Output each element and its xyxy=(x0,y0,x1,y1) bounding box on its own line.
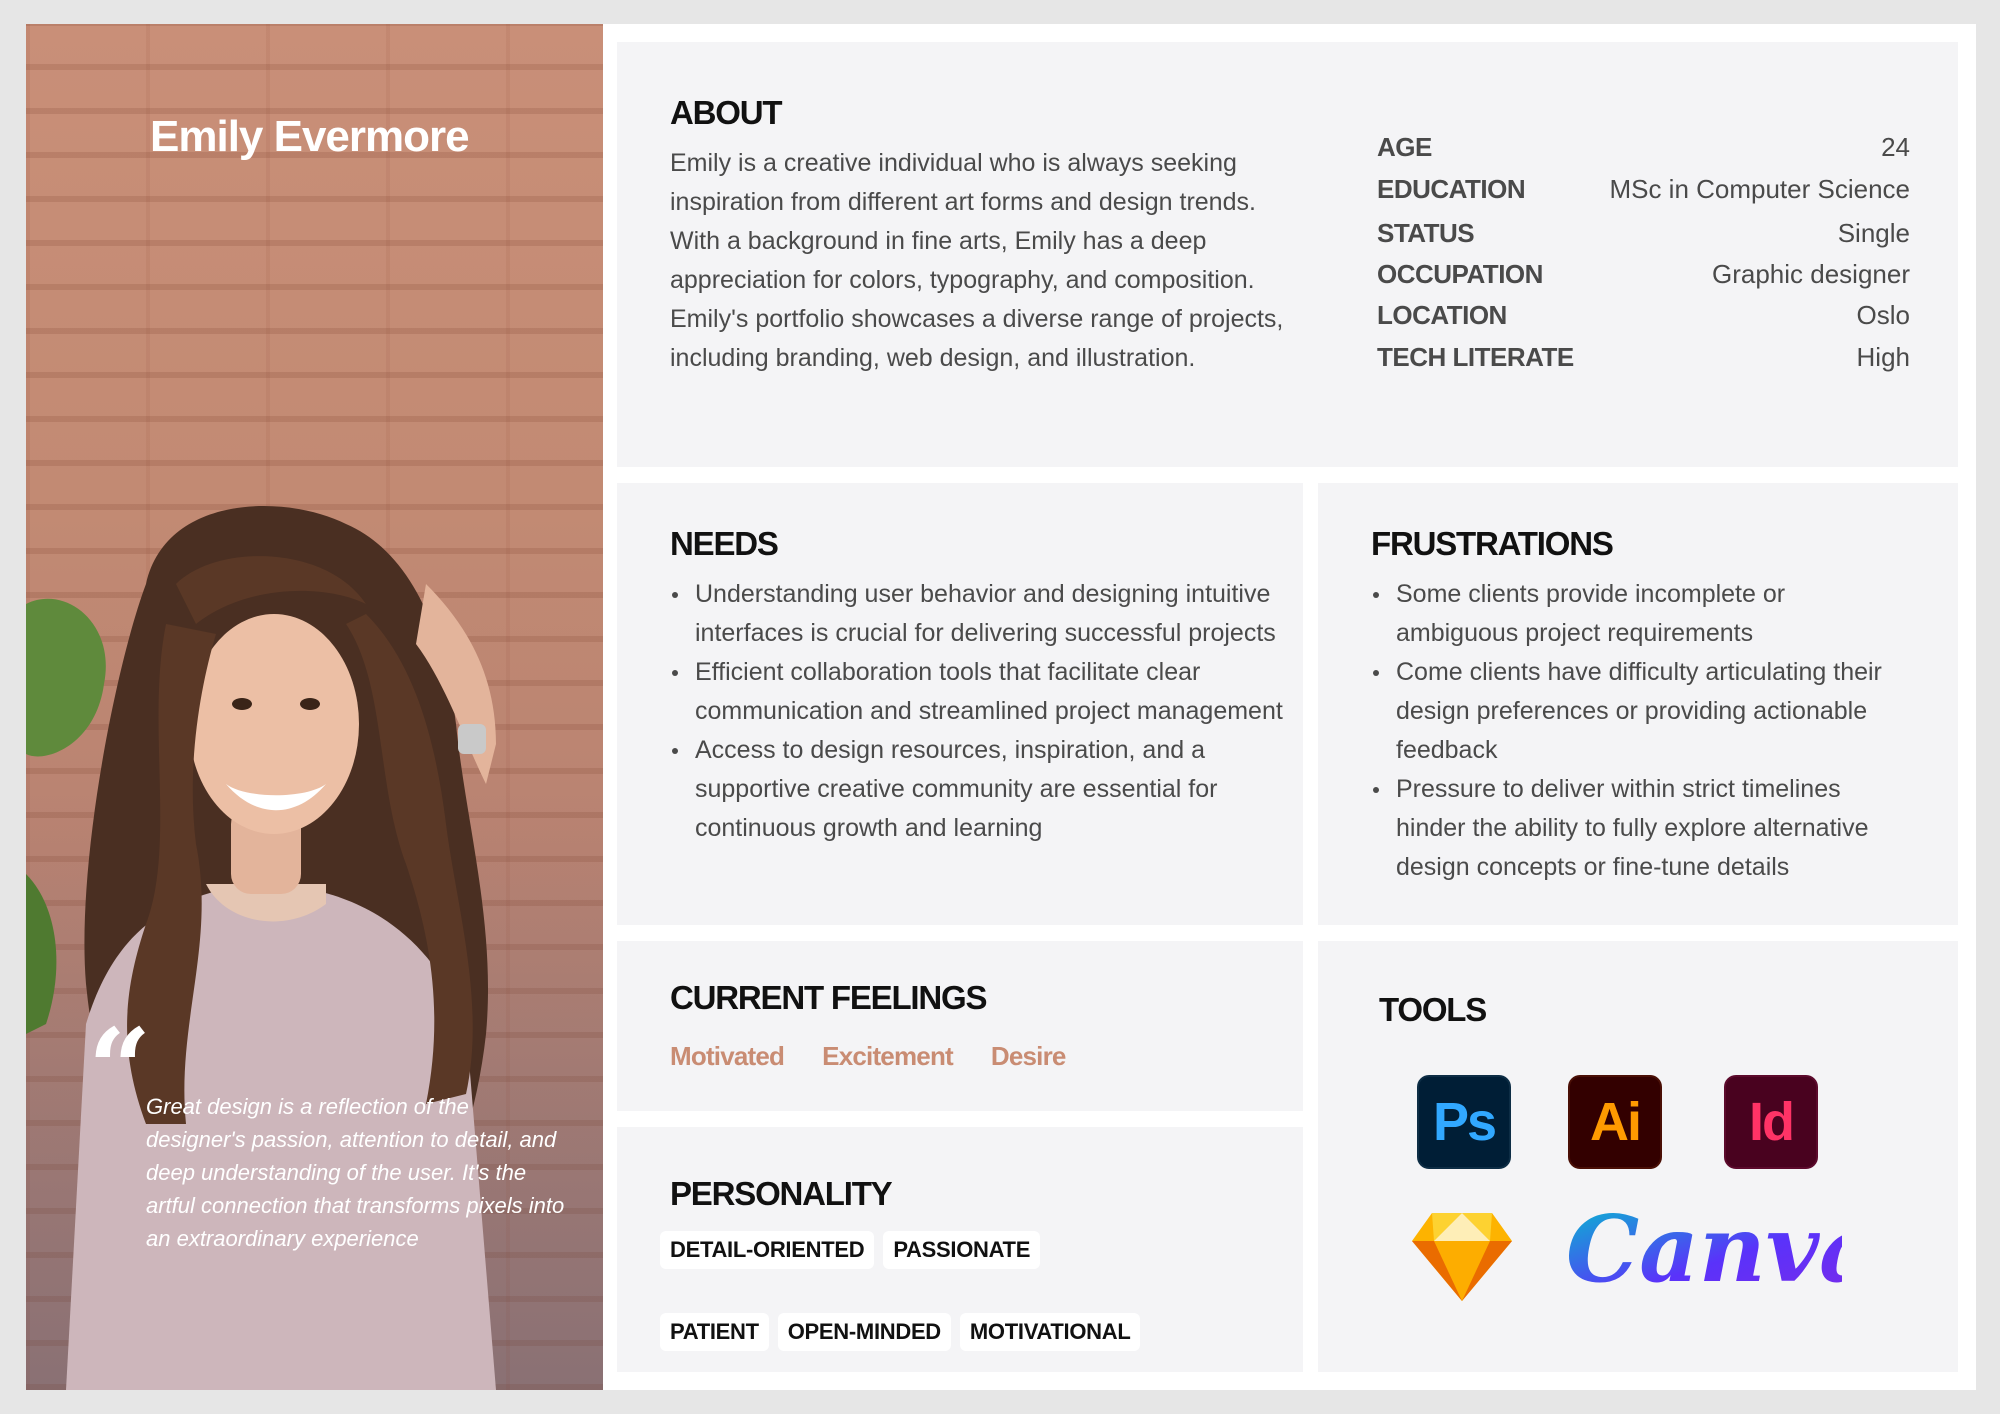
info-value: 24 xyxy=(1881,132,1910,162)
info-key: EDUCATION xyxy=(1377,174,1526,204)
about-title: ABOUT xyxy=(670,94,783,131)
feeling-tag: Desire xyxy=(990,1041,1066,1071)
about-card: ABOUT Emily is a creative individual who… xyxy=(617,42,1958,467)
info-row-education: EDUCATION MSc in Computer Science xyxy=(1377,174,1910,218)
frustrations-list: Some clients provide incomplete or ambig… xyxy=(1371,575,1901,887)
traits-list: DETAIL-ORIENTED PASSIONATE PATIENT OPEN-… xyxy=(660,1231,1180,1351)
feelings-title: CURRENT FEELINGS xyxy=(670,979,988,1016)
trait-badge: DETAIL-ORIENTED xyxy=(660,1231,875,1269)
info-table: AGE 24 EDUCATION MSc in Computer Science… xyxy=(1377,132,1910,384)
feeling-tag: Excitement xyxy=(822,1041,954,1071)
frustrations-title: FRUSTRATIONS xyxy=(1371,525,1614,562)
info-key: TECH LITERATE xyxy=(1377,342,1574,372)
info-row-age: AGE 24 xyxy=(1377,132,1910,174)
info-value: Oslo xyxy=(1856,300,1910,330)
trait-badge: MOTIVATIONAL xyxy=(959,1313,1141,1351)
personality-title: PERSONALITY xyxy=(670,1175,893,1212)
info-key: STATUS xyxy=(1377,218,1475,248)
list-item: Efficient collaboration tools that facil… xyxy=(670,653,1290,731)
current-feelings-card: CURRENT FEELINGS Motivated Excitement De… xyxy=(617,941,1303,1111)
trait-badge: PASSIONATE xyxy=(883,1231,1041,1269)
info-row-status: STATUS Single xyxy=(1377,218,1910,259)
list-item: Understanding user behavior and designin… xyxy=(670,575,1290,653)
feelings-list: Motivated Excitement Desire xyxy=(670,1041,1066,1072)
personality-card: PERSONALITY DETAIL-ORIENTED PASSIONATE P… xyxy=(617,1127,1303,1372)
needs-card: NEEDS Understanding user behavior and de… xyxy=(617,483,1303,925)
list-item: Come clients have difficulty articulatin… xyxy=(1371,653,1901,770)
info-value: Graphic designer xyxy=(1712,259,1910,289)
info-key: AGE xyxy=(1377,132,1432,162)
feeling-tag: Motivated xyxy=(670,1041,785,1071)
info-row-tech-literate: TECH LITERATE High xyxy=(1377,342,1910,384)
needs-title: NEEDS xyxy=(670,525,779,562)
illustrator-icon: Ai xyxy=(1568,1075,1662,1169)
about-text: Emily is a creative individual who is al… xyxy=(670,149,1284,372)
persona-quote: Great design is a reflection of the desi… xyxy=(146,1094,565,1251)
info-row-occupation: OCCUPATION Graphic designer xyxy=(1377,259,1910,300)
needs-list: Understanding user behavior and designin… xyxy=(670,575,1290,848)
trait-badge: OPEN-MINDED xyxy=(777,1313,951,1351)
sketch-icon xyxy=(1412,1213,1512,1301)
indesign-icon: Id xyxy=(1724,1075,1818,1169)
canva-logo: Canva xyxy=(1566,1195,1842,1303)
info-value: High xyxy=(1856,342,1910,372)
persona-name: Emily Evermore xyxy=(150,112,470,161)
photoshop-icon: Ps xyxy=(1417,1075,1511,1169)
info-key: OCCUPATION xyxy=(1377,259,1543,289)
list-item: Pressure to deliver within strict timeli… xyxy=(1371,770,1901,887)
quote-icon: “ xyxy=(88,1004,152,1133)
info-value: Single xyxy=(1837,218,1910,248)
canva-wordmark: Canva xyxy=(1566,1195,1842,1303)
frustrations-card: FRUSTRATIONS Some clients provide incomp… xyxy=(1318,483,1958,925)
persona-photo: Emily Evermore “ Great design is a refle… xyxy=(26,24,603,1390)
info-value: MSc in Computer Science xyxy=(1609,174,1910,204)
tools-card: TOOLS Ps Ai Id Canva xyxy=(1318,941,1958,1372)
info-key: LOCATION xyxy=(1377,300,1507,330)
trait-badge: PATIENT xyxy=(660,1313,769,1351)
info-row-location: LOCATION Oslo xyxy=(1377,300,1910,342)
tools-title: TOOLS xyxy=(1379,991,1487,1028)
list-item: Access to design resources, inspiration,… xyxy=(670,731,1290,848)
list-item: Some clients provide incomplete or ambig… xyxy=(1371,575,1901,653)
